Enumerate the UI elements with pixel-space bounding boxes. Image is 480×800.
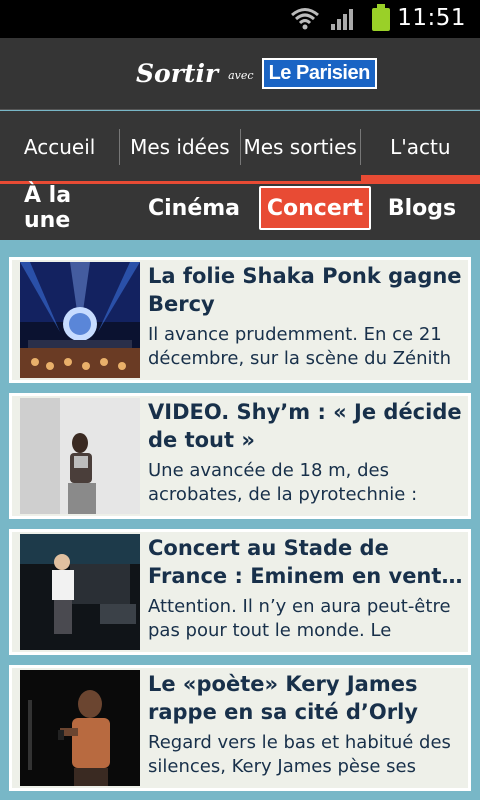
article-thumbnail-eminem [20, 534, 140, 650]
tab-label: Concert [266, 195, 364, 221]
tab-label: À la une [24, 183, 72, 233]
tab-label: Blogs [387, 195, 457, 221]
status-time: 11:51 [397, 5, 466, 31]
article-card-body: Le «poète» Kery James rappe en sa cité d… [12, 668, 468, 788]
article-card-body: La folie Shaka Ponk gagne Bercy Il avanc… [12, 260, 468, 380]
article-card[interactable]: Concert au Stade de France : Eminem en v… [9, 529, 471, 655]
summary-line: acrobates, de la pyrotechnie : [148, 484, 418, 505]
summary-line: Regard vers le bas et habitué des [148, 732, 451, 753]
article-title: Concert au Stade de France : Eminem en v… [148, 534, 468, 590]
article-title: Le «poète» Kery James rappe en sa cité d… [148, 670, 468, 726]
summary-line: décembre, sur la scène du Zénith [148, 348, 452, 369]
battery-icon [370, 4, 392, 36]
nav-mes-sorties[interactable]: Mes sorties [241, 111, 360, 183]
tab-blogs[interactable]: Blogs [386, 186, 458, 230]
nav-label: Accueil [23, 135, 96, 159]
summary-line: Attention. Il n’y en aura peut-être [148, 596, 451, 617]
title-line: Bercy [148, 292, 215, 316]
main-nav: Accueil Mes idées Mes sorties L'actu [0, 111, 480, 183]
brand-logo[interactable]: Sortir avec Le Parisien [136, 56, 377, 90]
brand-le-parisien: Le Parisien [261, 57, 377, 89]
nav-lactu[interactable]: L'actu [360, 111, 480, 183]
nav-label: Mes sorties [243, 135, 357, 159]
article-thumbnail-shym [20, 398, 140, 514]
title-line: La folie Shaka Ponk gagne [148, 264, 462, 288]
article-title: VIDEO. Shy’m : « Je décide de tout » [148, 398, 468, 454]
tab-a-la-une[interactable]: À la une [24, 183, 124, 233]
nav-label: Mes idées [130, 135, 230, 159]
brand-avec: avec [228, 68, 254, 82]
wifi-icon [290, 6, 320, 36]
article-summary: Attention. Il n’y en aura peut-être pas … [148, 595, 468, 643]
article-card-body: VIDEO. Shy’m : « Je décide de tout » Une… [12, 396, 468, 516]
article-summary: Il avance prudemment. En ce 21 décembre,… [148, 323, 468, 371]
title-line: France : Eminem en vente… [148, 564, 468, 588]
title-line: VIDEO. Shy’m : « Je décide [148, 400, 462, 424]
nav-label: L'actu [390, 135, 451, 159]
nav-mes-idees[interactable]: Mes idées [120, 111, 239, 183]
app-screen: 11:51 Sortir avec Le Parisien Accueil Me… [0, 0, 480, 800]
title-line: Concert au Stade de [148, 536, 389, 560]
app-header: Sortir avec Le Parisien [0, 38, 480, 110]
tab-cinema[interactable]: Cinéma [146, 186, 242, 230]
title-line: Le «poète» Kery James [148, 672, 418, 696]
article-card-body: Concert au Stade de France : Eminem en v… [12, 532, 468, 652]
summary-line: Il avance prudemment. En ce 21 [148, 324, 442, 345]
signal-icon [330, 6, 356, 36]
tab-label: Cinéma [147, 195, 241, 221]
article-card[interactable]: La folie Shaka Ponk gagne Bercy Il avanc… [9, 257, 471, 383]
summary-line: pas pour tout le monde. Le [148, 620, 392, 641]
brand-sortir: Sortir [136, 58, 219, 88]
article-summary: Regard vers le bas et habitué des silenc… [148, 731, 468, 779]
title-line: rappe en sa cité d’Orly [148, 700, 418, 724]
summary-line: silences, Kery James pèse ses [148, 756, 416, 777]
article-thumbnail-kery-james [20, 670, 140, 786]
tab-concert[interactable]: Concert [259, 186, 371, 230]
title-line: de tout » [148, 428, 255, 452]
article-card[interactable]: VIDEO. Shy’m : « Je décide de tout » Une… [9, 393, 471, 519]
article-summary: Une avancée de 18 m, des acrobates, de l… [148, 459, 468, 507]
category-tabs: À la une Cinéma Concert Blogs [0, 183, 480, 240]
article-card[interactable]: Le «poète» Kery James rappe en sa cité d… [9, 665, 471, 791]
article-thumbnail-shaka-ponk [20, 262, 140, 378]
article-title: La folie Shaka Ponk gagne Bercy [148, 262, 468, 318]
nav-accueil[interactable]: Accueil [0, 111, 119, 183]
status-bar: 11:51 [0, 0, 480, 38]
summary-line: Une avancée de 18 m, des [148, 460, 389, 481]
